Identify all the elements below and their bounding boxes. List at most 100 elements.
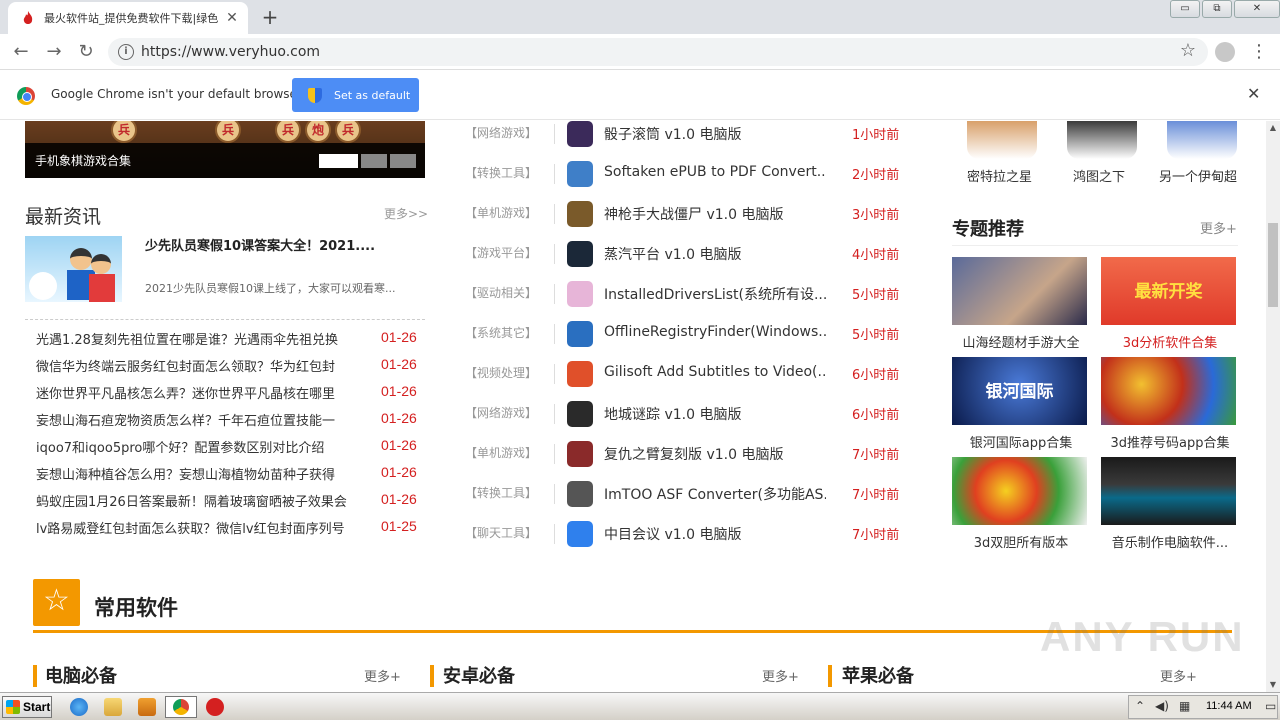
software-name[interactable]: 地城谜踪 v1.0 电脑版	[604, 404, 826, 424]
news-list-item[interactable]: 迷你世界平凡晶核怎么弄？迷你世界平凡晶核在哪里 01-26	[36, 383, 426, 410]
reload-icon[interactable]: ↻	[74, 40, 98, 64]
software-list-item[interactable]: 【单机游戏】 神枪手大战僵尸 v1.0 电脑版 3小时前	[465, 201, 910, 244]
software-category[interactable]: 【驱动相关】	[465, 284, 537, 301]
software-name[interactable]: OfflineRegistryFinder(Windows...	[604, 324, 826, 340]
news-list-item[interactable]: 蚂蚁庄园1月26日答案最新！隔着玻璃窗晒被子效果会 01-26	[36, 491, 426, 518]
software-category[interactable]: 【单机游戏】	[465, 444, 537, 461]
slide-dot-active[interactable]	[319, 154, 358, 168]
news-more-link[interactable]: 更多>>	[384, 205, 428, 222]
software-app-icon[interactable]	[567, 521, 593, 547]
software-name[interactable]: 骰子滚筒 v1.0 电脑版	[604, 124, 826, 144]
software-list-item[interactable]: 【聊天工具】 中目会议 v1.0 电脑版 7小时前	[465, 521, 910, 564]
software-list-item[interactable]: 【驱动相关】 InstalledDriversList(系统所有设... 5小时…	[465, 281, 910, 324]
chess-banner[interactable]: 兵 兵 兵 炮 兵 手机象棋游戏合集	[25, 121, 425, 178]
slide-dot[interactable]	[390, 154, 416, 168]
software-app-icon[interactable]	[567, 201, 593, 227]
news-item-title[interactable]: iqoo7和iqoo5pro哪个好？配置参数区别对比介绍	[36, 437, 362, 456]
close-tab-icon[interactable]: ✕	[224, 10, 240, 26]
bookmark-star-icon[interactable]: ☆	[1180, 40, 1196, 61]
software-list-item[interactable]: 【网络游戏】 骰子滚筒 v1.0 电脑版 1小时前	[465, 121, 910, 164]
topic-image[interactable]	[952, 457, 1087, 525]
news-list-item[interactable]: 微信华为终端云服务红包封面怎么领取？华为红包封 01-26	[36, 356, 426, 383]
news-list-item[interactable]: 妄想山海种植谷怎么用？妄想山海植物幼苗种子获得 01-26	[36, 464, 426, 491]
game-name[interactable]: 鸿图之下	[1073, 166, 1125, 185]
software-app-icon[interactable]	[567, 281, 593, 307]
browser-tab[interactable]: 最火软件站_提供免费软件下载|绿色 ✕	[8, 2, 248, 34]
news-list-item[interactable]: lv路易威登红包封面怎么获取？微信lv红包封面序列号 01-25	[36, 518, 426, 545]
news-item-title[interactable]: 妄想山海石疸宠物资质怎么样？千年石疸位置技能一	[36, 410, 362, 429]
topics-more-link[interactable]: 更多+	[1200, 218, 1237, 237]
volume-icon[interactable]: ◀)	[1155, 699, 1169, 713]
software-app-icon[interactable]	[567, 441, 593, 467]
software-name[interactable]: InstalledDriversList(系统所有设...	[604, 284, 826, 304]
software-app-icon[interactable]	[567, 481, 593, 507]
news-item-title[interactable]: lv路易威登红包封面怎么获取？微信lv红包封面序列号	[36, 518, 362, 537]
topic-label[interactable]: 音乐制作电脑软件...	[1095, 532, 1245, 551]
topic-label[interactable]: 山海经题材手游大全	[946, 332, 1096, 351]
pc-essentials-more[interactable]: 更多+	[364, 666, 401, 685]
scroll-thumb[interactable]	[1268, 223, 1278, 307]
software-category[interactable]: 【网络游戏】	[465, 404, 537, 421]
software-category[interactable]: 【视频处理】	[465, 364, 537, 381]
back-icon[interactable]: ←	[9, 40, 33, 64]
scroll-up-icon[interactable]: ▲	[1266, 121, 1280, 135]
url-text[interactable]: https://www.veryhuo.com	[141, 38, 320, 66]
software-category[interactable]: 【转换工具】	[465, 484, 537, 501]
ie-icon[interactable]	[70, 698, 88, 716]
game-name[interactable]: 另一个伊甸超	[1159, 166, 1237, 185]
topic-image[interactable]: 银河国际	[952, 357, 1087, 425]
software-name[interactable]: 中目会议 v1.0 电脑版	[604, 524, 826, 544]
topic-image[interactable]	[952, 257, 1087, 325]
software-list-item[interactable]: 【游戏平台】 蒸汽平台 v1.0 电脑版 4小时前	[465, 241, 910, 284]
new-tab-button[interactable]: +	[258, 6, 282, 30]
tray-expand-icon[interactable]: ⌃	[1135, 699, 1145, 713]
software-category[interactable]: 【系统其它】	[465, 324, 537, 341]
topic-image[interactable]	[1101, 357, 1236, 425]
news-item-title[interactable]: 蚂蚁庄园1月26日答案最新！隔着玻璃窗晒被子效果会	[36, 491, 362, 510]
game-app-icon[interactable]	[1167, 121, 1237, 159]
chrome-taskbar-button[interactable]	[165, 696, 197, 718]
software-name[interactable]: Gilisoft Add Subtitles to Video(...	[604, 364, 826, 380]
game-app-icon[interactable]	[967, 121, 1037, 159]
address-bar[interactable]: i https://www.veryhuo.com ☆	[108, 38, 1208, 66]
topic-image[interactable]	[1101, 457, 1236, 525]
apple-essentials-more[interactable]: 更多+	[1160, 666, 1197, 685]
software-category[interactable]: 【转换工具】	[465, 164, 537, 181]
minimize-button[interactable]: ▭	[1170, 0, 1200, 18]
folder-icon[interactable]	[104, 698, 122, 716]
software-list-item[interactable]: 【转换工具】 Softaken ePUB to PDF Convert... 2…	[465, 161, 910, 204]
software-category[interactable]: 【聊天工具】	[465, 524, 537, 541]
news-item-title[interactable]: 微信华为终端云服务红包封面怎么领取？华为红包封	[36, 356, 362, 375]
topic-label[interactable]: 3d双胆所有版本	[946, 532, 1096, 551]
software-category[interactable]: 【单机游戏】	[465, 204, 537, 221]
android-essentials-more[interactable]: 更多+	[762, 666, 799, 685]
software-app-icon[interactable]	[567, 361, 593, 387]
start-button[interactable]: Start	[2, 696, 52, 718]
network-icon[interactable]: ▦	[1179, 699, 1190, 713]
topic-label[interactable]: 3d推荐号码app合集	[1095, 432, 1245, 451]
restore-button[interactable]: ⧉	[1202, 0, 1232, 18]
close-window-button[interactable]: ✕	[1234, 0, 1280, 18]
featured-news-image[interactable]	[25, 236, 122, 302]
software-list-item[interactable]: 【系统其它】 OfflineRegistryFinder(Windows... …	[465, 321, 910, 364]
software-app-icon[interactable]	[567, 121, 593, 147]
software-list-item[interactable]: 【单机游戏】 复仇之臂复刻版 v1.0 电脑版 7小时前	[465, 441, 910, 484]
software-name[interactable]: 蒸汽平台 v1.0 电脑版	[604, 244, 826, 264]
software-list-item[interactable]: 【网络游戏】 地城谜踪 v1.0 电脑版 6小时前	[465, 401, 910, 444]
game-app-icon[interactable]	[1067, 121, 1137, 159]
show-desktop-icon[interactable]: ▭	[1265, 699, 1276, 713]
software-name[interactable]: ImTOO ASF Converter(多功能AS...	[604, 484, 826, 504]
page-scrollbar[interactable]: ▲ ▼	[1266, 121, 1280, 692]
news-item-title[interactable]: 迷你世界平凡晶核怎么弄？迷你世界平凡晶核在哪里	[36, 383, 362, 402]
software-app-icon[interactable]	[567, 321, 593, 347]
software-app-icon[interactable]	[567, 401, 593, 427]
software-app-icon[interactable]	[567, 161, 593, 187]
scroll-down-icon[interactable]: ▼	[1266, 678, 1280, 692]
software-name[interactable]: Softaken ePUB to PDF Convert...	[604, 164, 826, 180]
site-info-icon[interactable]: i	[118, 44, 134, 60]
infobar-close-icon[interactable]: ✕	[1247, 84, 1260, 103]
software-list-item[interactable]: 【转换工具】 ImTOO ASF Converter(多功能AS... 7小时前	[465, 481, 910, 524]
news-list-item[interactable]: 妄想山海石疸宠物资质怎么样？千年石疸位置技能一 01-26	[36, 410, 426, 437]
game-name[interactable]: 密特拉之星	[967, 166, 1032, 185]
news-list-item[interactable]: 光遇1.28复刻先祖位置在哪是谁？光遇雨伞先祖兑换 01-26	[36, 329, 426, 356]
